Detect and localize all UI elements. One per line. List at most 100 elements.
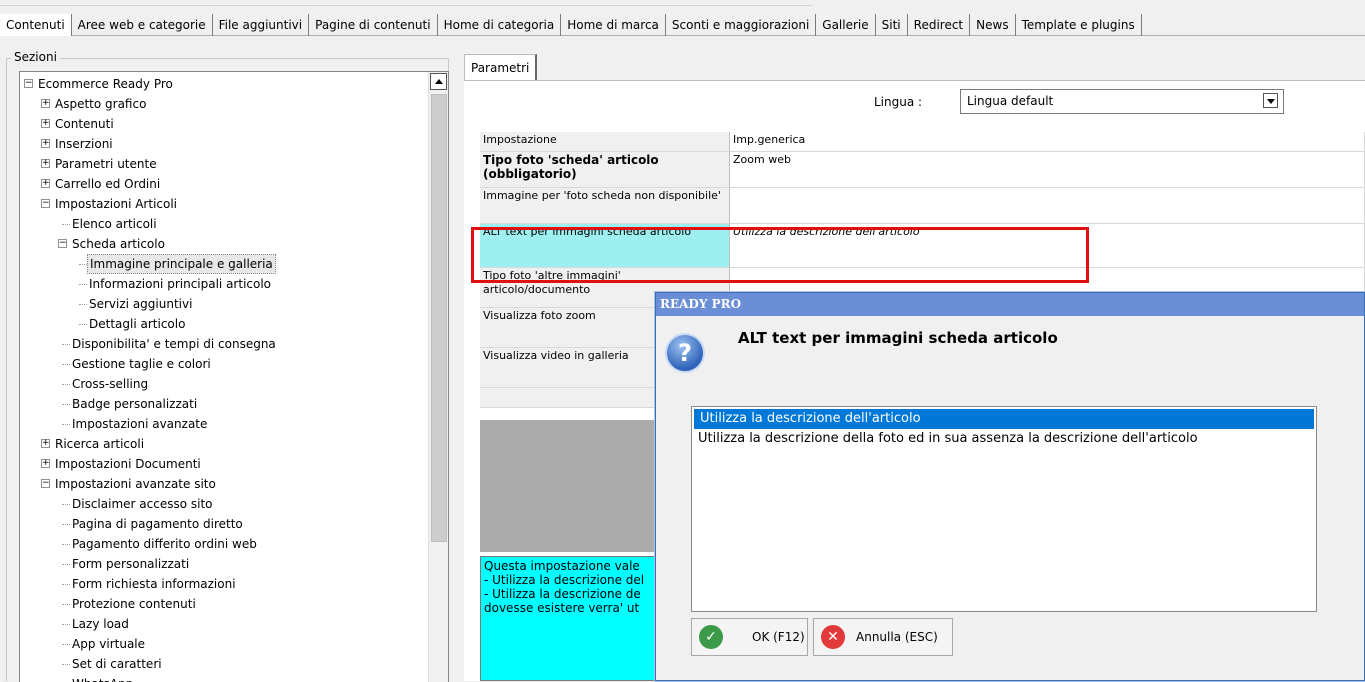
- tree-node[interactable]: + Carrello ed Ordini: [20, 174, 428, 194]
- tab-home-di-categoria[interactable]: Home di categoria: [438, 14, 562, 36]
- tree-connector: [62, 544, 70, 545]
- tab-gallerie[interactable]: Gallerie: [816, 14, 876, 36]
- scroll-up-arrow-icon[interactable]: [430, 73, 447, 90]
- ok-button-label: OK (F12): [752, 630, 805, 644]
- tree-node[interactable]: − Impostazioni Articoli: [20, 194, 428, 214]
- expand-icon[interactable]: +: [41, 439, 50, 448]
- tree-node-label: Badge personalizzati: [72, 397, 198, 411]
- sections-tree[interactable]: − Ecommerce Ready Pro + Aspetto grafico + Con…: [19, 71, 449, 682]
- tree-connector: [79, 304, 87, 305]
- tree-node[interactable]: Pagina di pagamento diretto: [20, 514, 428, 534]
- tab-parametri[interactable]: Parametri: [464, 54, 538, 80]
- grid-row[interactable]: Tipo foto 'scheda' articolo (obbligatori…: [480, 152, 1365, 188]
- tree-node[interactable]: Informazioni principali articolo: [20, 274, 428, 294]
- lingua-label: Lingua :: [874, 95, 923, 109]
- grid-header: Impostazione Imp.generica: [480, 132, 1365, 152]
- top-tab-bar: Contenuti Aree web e categorie File aggiun…: [0, 0, 1365, 36]
- tree-node[interactable]: Lazy load: [20, 614, 428, 634]
- tree-node[interactable]: + Parametri utente: [20, 154, 428, 174]
- header-imp-generica: Imp.generica: [730, 132, 1365, 152]
- tree-node-label: Scheda articolo: [72, 237, 165, 251]
- ok-button[interactable]: ✓ OK (F12): [691, 618, 808, 656]
- tree-node[interactable]: Gestione taglie e colori: [20, 354, 428, 374]
- tree-node[interactable]: Badge personalizzati: [20, 394, 428, 414]
- tab-home-di-marca[interactable]: Home di marca: [561, 14, 666, 36]
- tree-node-label: Lazy load: [72, 617, 129, 631]
- collapse-icon[interactable]: −: [41, 199, 50, 208]
- scroll-thumb[interactable]: [431, 94, 447, 542]
- expand-icon[interactable]: +: [41, 119, 50, 128]
- tab-siti[interactable]: Siti: [876, 14, 908, 36]
- tree-node[interactable]: − Impostazioni avanzate sito: [20, 474, 428, 494]
- tree-node[interactable]: + Ricerca articoli: [20, 434, 428, 454]
- tree-list: − Ecommerce Ready Pro + Aspetto grafico + Con…: [20, 74, 428, 682]
- tree-node[interactable]: + Contenuti: [20, 114, 428, 134]
- tree-node[interactable]: Form richiesta informazioni: [20, 574, 428, 594]
- chevron-down-icon[interactable]: [1263, 93, 1278, 108]
- sections-group: Sezioni − Ecommerce Ready Pro + Aspetto gra…: [6, 50, 449, 682]
- tree-node[interactable]: + Inserzioni: [20, 134, 428, 154]
- tree-node-label: Contenuti: [55, 117, 114, 131]
- choice-dialog: READY PRO ? ALT text per immagini scheda…: [655, 292, 1365, 681]
- tab-file-aggiuntivi[interactable]: File aggiuntivi: [213, 14, 310, 36]
- grid-row-key: Immagine per 'foto scheda non disponibil…: [480, 188, 730, 224]
- tree-node[interactable]: Pagamento differito ordini web: [20, 534, 428, 554]
- tab-redirect[interactable]: Redirect: [908, 14, 971, 36]
- tree-connector: [79, 264, 87, 265]
- collapse-icon[interactable]: −: [24, 79, 33, 88]
- tab-pagine-di-contenuti[interactable]: Pagine di contenuti: [309, 14, 438, 36]
- tree-node[interactable]: + Aspetto grafico: [20, 94, 428, 114]
- cancel-button-label: Annulla (ESC): [856, 630, 938, 644]
- lingua-select[interactable]: Lingua default: [960, 89, 1284, 114]
- dialog-option[interactable]: Utilizza la descrizione della foto ed in…: [692, 429, 1316, 449]
- tab-sconti-e-maggiorazioni[interactable]: Sconti e maggiorazioni: [666, 14, 817, 36]
- expand-icon[interactable]: +: [41, 179, 50, 188]
- tree-node[interactable]: Disponibilita' e tempi di consegna: [20, 334, 428, 354]
- dialog-option[interactable]: Utilizza la descrizione dell'articolo: [694, 409, 1314, 429]
- tree-node[interactable]: Dettagli articolo: [20, 314, 428, 334]
- expand-icon[interactable]: +: [41, 99, 50, 108]
- tree-node[interactable]: App virtuale: [20, 634, 428, 654]
- tab-news[interactable]: News: [970, 14, 1016, 36]
- tree-connector: [62, 384, 70, 385]
- tree-node[interactable]: Impostazioni avanzate: [20, 414, 428, 434]
- tree-node-label: Impostazioni Documenti: [55, 457, 201, 471]
- tab-contenuti[interactable]: Contenuti: [0, 14, 72, 36]
- tree-scrollbar[interactable]: [428, 72, 448, 682]
- collapse-icon[interactable]: −: [58, 239, 67, 248]
- tab-aree-web-e-categorie[interactable]: Aree web e categorie: [72, 14, 213, 36]
- cancel-button[interactable]: ✕ Annulla (ESC): [813, 618, 953, 656]
- grid-row-value[interactable]: Zoom web: [730, 152, 1365, 188]
- tree-connector: [62, 504, 70, 505]
- tree-node[interactable]: Protezione contenuti: [20, 594, 428, 614]
- header-impostazione: Impostazione: [480, 132, 730, 152]
- tree-node[interactable]: Disclaimer accesso sito: [20, 494, 428, 514]
- check-icon: ✓: [699, 625, 723, 649]
- grid-row-value[interactable]: [730, 188, 1365, 224]
- annotation-highlight-box: [471, 227, 1089, 283]
- tree-node[interactable]: + Impostazioni Documenti: [20, 454, 428, 474]
- tree-node[interactable]: Elenco articoli: [20, 214, 428, 234]
- expand-icon[interactable]: +: [41, 139, 50, 148]
- lingua-value: Lingua default: [967, 94, 1054, 108]
- tree-node[interactable]: Form personalizzati: [20, 554, 428, 574]
- tree-node-label: Pagina di pagamento diretto: [72, 517, 243, 531]
- tree-node-label: Carrello ed Ordini: [55, 177, 161, 191]
- tree-node[interactable]: Immagine principale e galleria: [20, 254, 428, 274]
- tree-node[interactable]: − Scheda articolo: [20, 234, 428, 254]
- tree-node-label: Impostazioni avanzate sito: [55, 477, 216, 491]
- tree-node[interactable]: Cross-selling: [20, 374, 428, 394]
- tree-node[interactable]: − Ecommerce Ready Pro: [20, 74, 428, 94]
- tree-node[interactable]: Set di caratteri: [20, 654, 428, 674]
- sections-legend: Sezioni: [11, 50, 60, 64]
- tree-node[interactable]: Servizi aggiuntivi: [20, 294, 428, 314]
- expand-icon[interactable]: +: [41, 159, 50, 168]
- tree-connector: [62, 224, 70, 225]
- tree-node-label: Ricerca articoli: [55, 437, 145, 451]
- expand-icon[interactable]: +: [41, 459, 50, 468]
- options-list[interactable]: Utilizza la descrizione dell'articolo Uti…: [691, 406, 1317, 612]
- grid-row[interactable]: Immagine per 'foto scheda non disponibil…: [480, 188, 1365, 224]
- tab-template-e-plugins[interactable]: Template e plugins: [1016, 14, 1142, 36]
- tree-connector: [62, 524, 70, 525]
- collapse-icon[interactable]: −: [41, 479, 50, 488]
